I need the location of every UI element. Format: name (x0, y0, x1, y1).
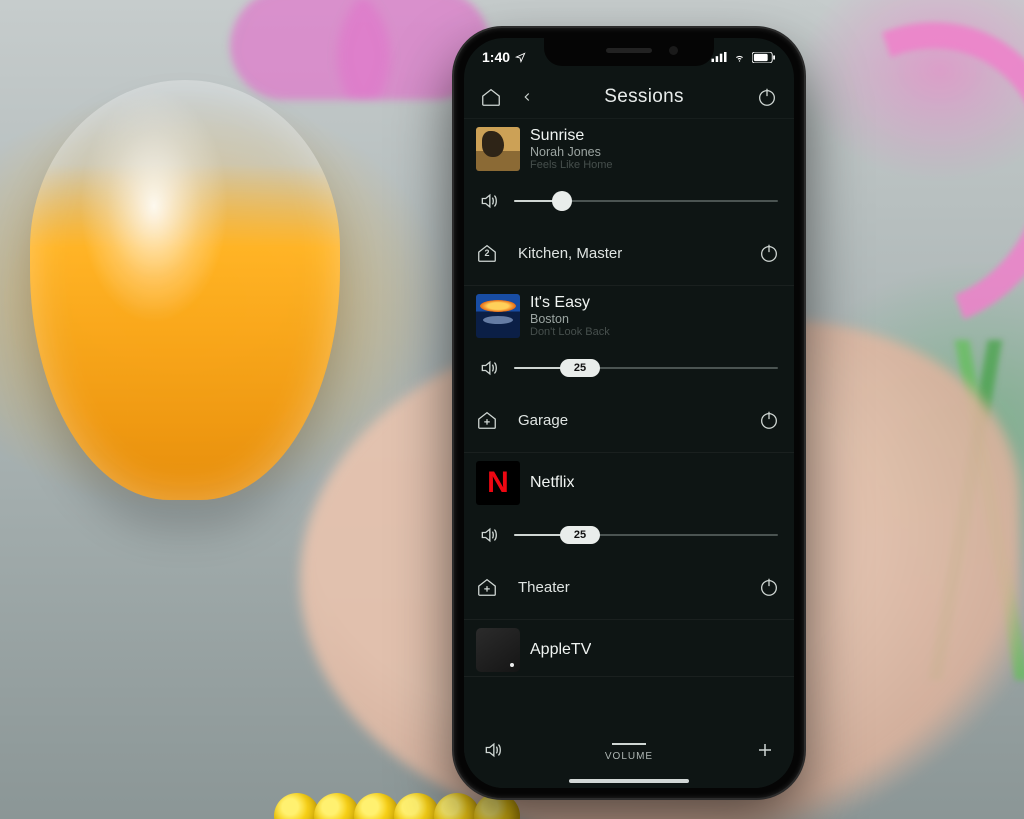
track-title: Sunrise (530, 127, 613, 145)
volume-row (464, 175, 794, 227)
track-album: Don't Look Back (530, 327, 610, 338)
rooms-label: Kitchen, Master (512, 245, 742, 262)
sessions-list: SunriseNorah JonesFeels Like Home 2 Kitche… (464, 119, 794, 677)
volume-row: 25 (464, 342, 794, 394)
speaker-icon[interactable] (480, 737, 506, 763)
rooms-row: 2 Kitchen, Master (464, 227, 794, 285)
track-title: It's Easy (530, 294, 610, 312)
sunglasses-decoration (230, 0, 490, 100)
session-card[interactable]: Netflix 25 Theater (464, 453, 794, 620)
speaker-icon[interactable] (476, 522, 502, 548)
session-card[interactable]: It's EasyBostonDon't Look Back 25 Garage (464, 286, 794, 453)
volume-slider[interactable]: 25 (514, 367, 778, 369)
volume-label: VOLUME (605, 751, 653, 762)
session-power-button[interactable] (756, 407, 782, 433)
house-badge-icon[interactable]: 2 (476, 242, 498, 264)
rooms-row: Theater (464, 561, 794, 619)
house-plus-icon[interactable] (476, 409, 498, 431)
minus-icon (612, 743, 646, 745)
media-text: AppleTV (530, 641, 591, 659)
session-power-button[interactable] (756, 574, 782, 600)
album-art (476, 294, 520, 338)
session-card[interactable]: AppleTV (464, 620, 794, 677)
cellular-signal-icon (711, 52, 727, 62)
media-text: SunriseNorah JonesFeels Like Home (530, 127, 613, 171)
speaker-icon[interactable] (476, 188, 502, 214)
bracelet-decoration (280, 793, 520, 819)
power-button[interactable] (754, 84, 780, 110)
media-text: Netflix (530, 474, 574, 492)
house-plus-icon[interactable] (476, 576, 498, 598)
volume-knob[interactable] (552, 191, 572, 211)
phone-notch (544, 38, 714, 66)
session-power-button[interactable] (756, 240, 782, 266)
album-art (476, 628, 520, 672)
track-album: Feels Like Home (530, 160, 613, 171)
volume-value-pill[interactable]: 25 (560, 359, 600, 377)
track-title: AppleTV (530, 641, 591, 659)
volume-slider[interactable] (514, 200, 778, 202)
volume-increase-button[interactable] (752, 737, 778, 763)
location-arrow-icon (515, 52, 526, 63)
volume-row: 25 (464, 509, 794, 561)
home-indicator[interactable] (569, 779, 689, 783)
session-media-row[interactable]: AppleTV (464, 620, 794, 676)
lifestyle-photo-background: 1:40 (0, 0, 1024, 819)
rooms-row: Garage (464, 394, 794, 452)
wifi-icon (732, 52, 747, 63)
status-time: 1:40 (482, 49, 510, 65)
track-artist: Norah Jones (530, 145, 613, 160)
header-title: Sessions (550, 86, 744, 108)
session-media-row[interactable]: SunriseNorah JonesFeels Like Home (464, 119, 794, 175)
volume-value-pill[interactable]: 25 (560, 526, 600, 544)
bottom-volume-bar: VOLUME (464, 724, 794, 788)
home-icon[interactable] (478, 84, 504, 110)
media-text: It's EasyBostonDon't Look Back (530, 294, 610, 338)
battery-icon (752, 52, 776, 63)
session-media-row[interactable]: Netflix (464, 453, 794, 509)
album-art (476, 461, 520, 505)
juice-glass-decoration (30, 80, 340, 500)
volume-decrease-button[interactable] (602, 739, 656, 749)
track-title: Netflix (530, 474, 574, 492)
track-artist: Boston (530, 312, 610, 327)
back-button[interactable] (514, 84, 540, 110)
app-header: Sessions (464, 76, 794, 119)
phone-screen: 1:40 (464, 38, 794, 788)
rooms-label: Garage (512, 412, 742, 429)
rooms-label: Theater (512, 579, 742, 596)
speaker-icon[interactable] (476, 355, 502, 381)
phone-frame: 1:40 (454, 28, 804, 798)
volume-slider[interactable]: 25 (514, 534, 778, 536)
session-media-row[interactable]: It's EasyBostonDon't Look Back (464, 286, 794, 342)
session-card[interactable]: SunriseNorah JonesFeels Like Home 2 Kitche… (464, 119, 794, 286)
album-art (476, 127, 520, 171)
